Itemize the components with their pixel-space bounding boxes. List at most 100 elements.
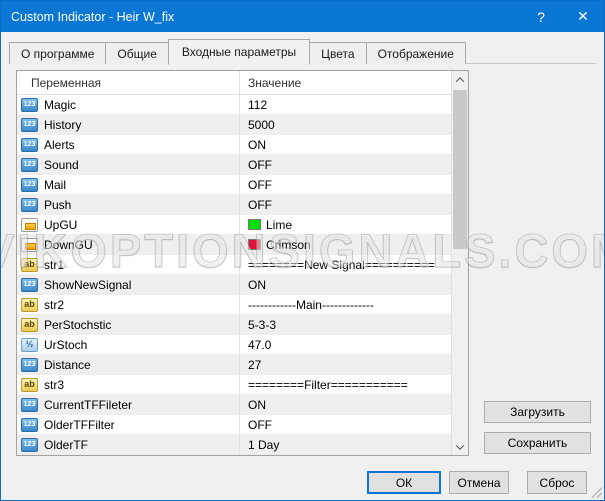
reset-button[interactable]: Сброс xyxy=(527,471,587,494)
table-row[interactable]: 123 Push OFF xyxy=(17,195,451,215)
param-value: OFF xyxy=(248,158,272,172)
string-type-icon: ab xyxy=(21,378,38,392)
param-value: ------------Main------------- xyxy=(248,298,374,312)
table-row[interactable]: ½ UrStoch 47.0 xyxy=(17,335,451,355)
table-header: Переменная Значение xyxy=(17,71,451,95)
param-name: Magic xyxy=(44,98,76,112)
param-value: OFF xyxy=(248,198,272,212)
param-name: str1 xyxy=(44,258,64,272)
param-name: Push xyxy=(44,198,71,212)
param-value: Crimson xyxy=(266,238,311,252)
color-type-icon xyxy=(21,218,38,232)
table-row[interactable]: ab PerStochstic 5-3-3 xyxy=(17,315,451,335)
param-value: 1 Day xyxy=(248,438,279,452)
param-value: 5000 xyxy=(248,118,275,132)
param-name: Mail xyxy=(44,178,66,192)
help-button[interactable]: ? xyxy=(520,1,562,32)
table-row[interactable]: ab str3 ========Filter=========== xyxy=(17,375,451,395)
table-row[interactable]: 123 Mail OFF xyxy=(17,175,451,195)
table-row[interactable]: 123 OlderTFFilter OFF xyxy=(17,415,451,435)
int-type-icon: 123 xyxy=(21,278,38,292)
param-value: ON xyxy=(248,278,266,292)
param-value: OFF xyxy=(248,178,272,192)
indicator-dialog: Custom Indicator - Heir W_fix ? ✕ О прог… xyxy=(0,0,605,501)
color-swatch xyxy=(248,239,261,250)
table-row[interactable]: 123CurrentTFFileterON xyxy=(17,395,451,415)
param-name: History xyxy=(44,118,81,132)
ok-button[interactable]: ОК xyxy=(367,471,441,494)
table-row[interactable]: 123 ShowNewSignal ON xyxy=(17,275,451,295)
string-type-icon: ab xyxy=(21,298,38,312)
param-name: CurrentTFFileter xyxy=(44,398,132,412)
param-value: ========New Signal========== xyxy=(248,258,435,272)
color-swatch xyxy=(248,219,261,230)
column-header-variable: Переменная xyxy=(17,76,239,90)
param-table-body: 123 Magic 112 123 History 5000 123 Alerts ON 123 S… xyxy=(17,95,451,455)
int-type-icon: 123 xyxy=(21,438,38,452)
chevron-up-icon xyxy=(456,77,464,85)
param-value: Lime xyxy=(266,218,292,232)
column-header-value: Значение xyxy=(239,71,451,94)
tab-2[interactable]: Входные параметры xyxy=(168,39,310,65)
table-row[interactable]: ab str1 ========New Signal========== xyxy=(17,255,451,275)
table-row[interactable]: DownGU Crimson xyxy=(17,235,451,255)
color-type-icon xyxy=(21,238,38,252)
tab-0[interactable]: О программе xyxy=(9,42,106,64)
tab-4[interactable]: Отображение xyxy=(366,42,466,64)
int-type-icon: 123 xyxy=(21,178,38,192)
parameters-table: Переменная Значение 123 Magic 112 123 Histor… xyxy=(16,70,469,456)
chevron-down-icon xyxy=(456,441,464,449)
int-type-icon: 123 xyxy=(21,158,38,172)
table-row[interactable]: 123AlertsON xyxy=(17,135,451,155)
param-value: 47.0 xyxy=(248,338,271,352)
tab-bar: О программеОбщиеВходные параметрыЦветаОт… xyxy=(9,39,596,64)
param-name: Sound xyxy=(44,158,79,172)
table-row[interactable]: 123 OlderTF 1 Day xyxy=(17,435,451,455)
int-type-icon: 123 xyxy=(21,98,38,112)
string-type-icon: ab xyxy=(21,318,38,332)
param-value: 112 xyxy=(248,98,267,112)
table-row[interactable]: 123 Sound OFF xyxy=(17,155,451,175)
cancel-button[interactable]: Отмена xyxy=(449,471,509,494)
save-button[interactable]: Сохранить xyxy=(484,432,591,454)
load-button[interactable]: Загрузить xyxy=(484,401,591,423)
param-name: ShowNewSignal xyxy=(44,278,131,292)
param-value: ========Filter=========== xyxy=(248,378,408,392)
param-name: str3 xyxy=(44,378,64,392)
tab-1[interactable]: Общие xyxy=(105,42,168,64)
close-button[interactable]: ✕ xyxy=(562,1,604,32)
param-value: 5-3-3 xyxy=(248,318,276,332)
int-type-icon: 123 xyxy=(21,418,38,432)
table-row[interactable]: 123 History 5000 xyxy=(17,115,451,135)
param-name: DownGU xyxy=(44,238,93,252)
param-name: str2 xyxy=(44,298,64,312)
param-name: OlderTF xyxy=(44,438,88,452)
table-row[interactable]: ab str2 ------------Main------------- xyxy=(17,295,451,315)
int-type-icon: 123 xyxy=(21,358,38,372)
scroll-up-button[interactable] xyxy=(452,71,468,88)
vertical-scrollbar[interactable] xyxy=(451,71,468,455)
param-value: OFF xyxy=(248,418,272,432)
title-bar: Custom Indicator - Heir W_fix ? ✕ xyxy=(1,1,604,32)
table-row[interactable]: UpGU Lime xyxy=(17,215,451,235)
param-name: Distance xyxy=(44,358,91,372)
param-name: UrStoch xyxy=(44,338,87,352)
int-type-icon: 123 xyxy=(21,198,38,212)
scroll-down-button[interactable] xyxy=(452,438,468,455)
resize-grip[interactable] xyxy=(590,486,602,498)
param-name: Alerts xyxy=(44,138,75,152)
int-type-icon: 123 xyxy=(21,138,38,152)
param-value: 27 xyxy=(248,358,261,372)
scrollbar-thumb[interactable] xyxy=(453,90,467,249)
param-name: OlderTFFilter xyxy=(44,418,115,432)
param-name: PerStochstic xyxy=(44,318,111,332)
double-type-icon: ½ xyxy=(21,338,38,352)
table-row[interactable]: 123 Distance 27 xyxy=(17,355,451,375)
tab-3[interactable]: Цвета xyxy=(309,42,366,64)
param-value: ON xyxy=(248,398,266,412)
int-type-icon: 123 xyxy=(21,118,38,132)
window-title: Custom Indicator - Heir W_fix xyxy=(1,10,174,24)
param-name: UpGU xyxy=(44,218,77,232)
table-row[interactable]: 123 Magic 112 xyxy=(17,95,451,115)
string-type-icon: ab xyxy=(21,258,38,272)
